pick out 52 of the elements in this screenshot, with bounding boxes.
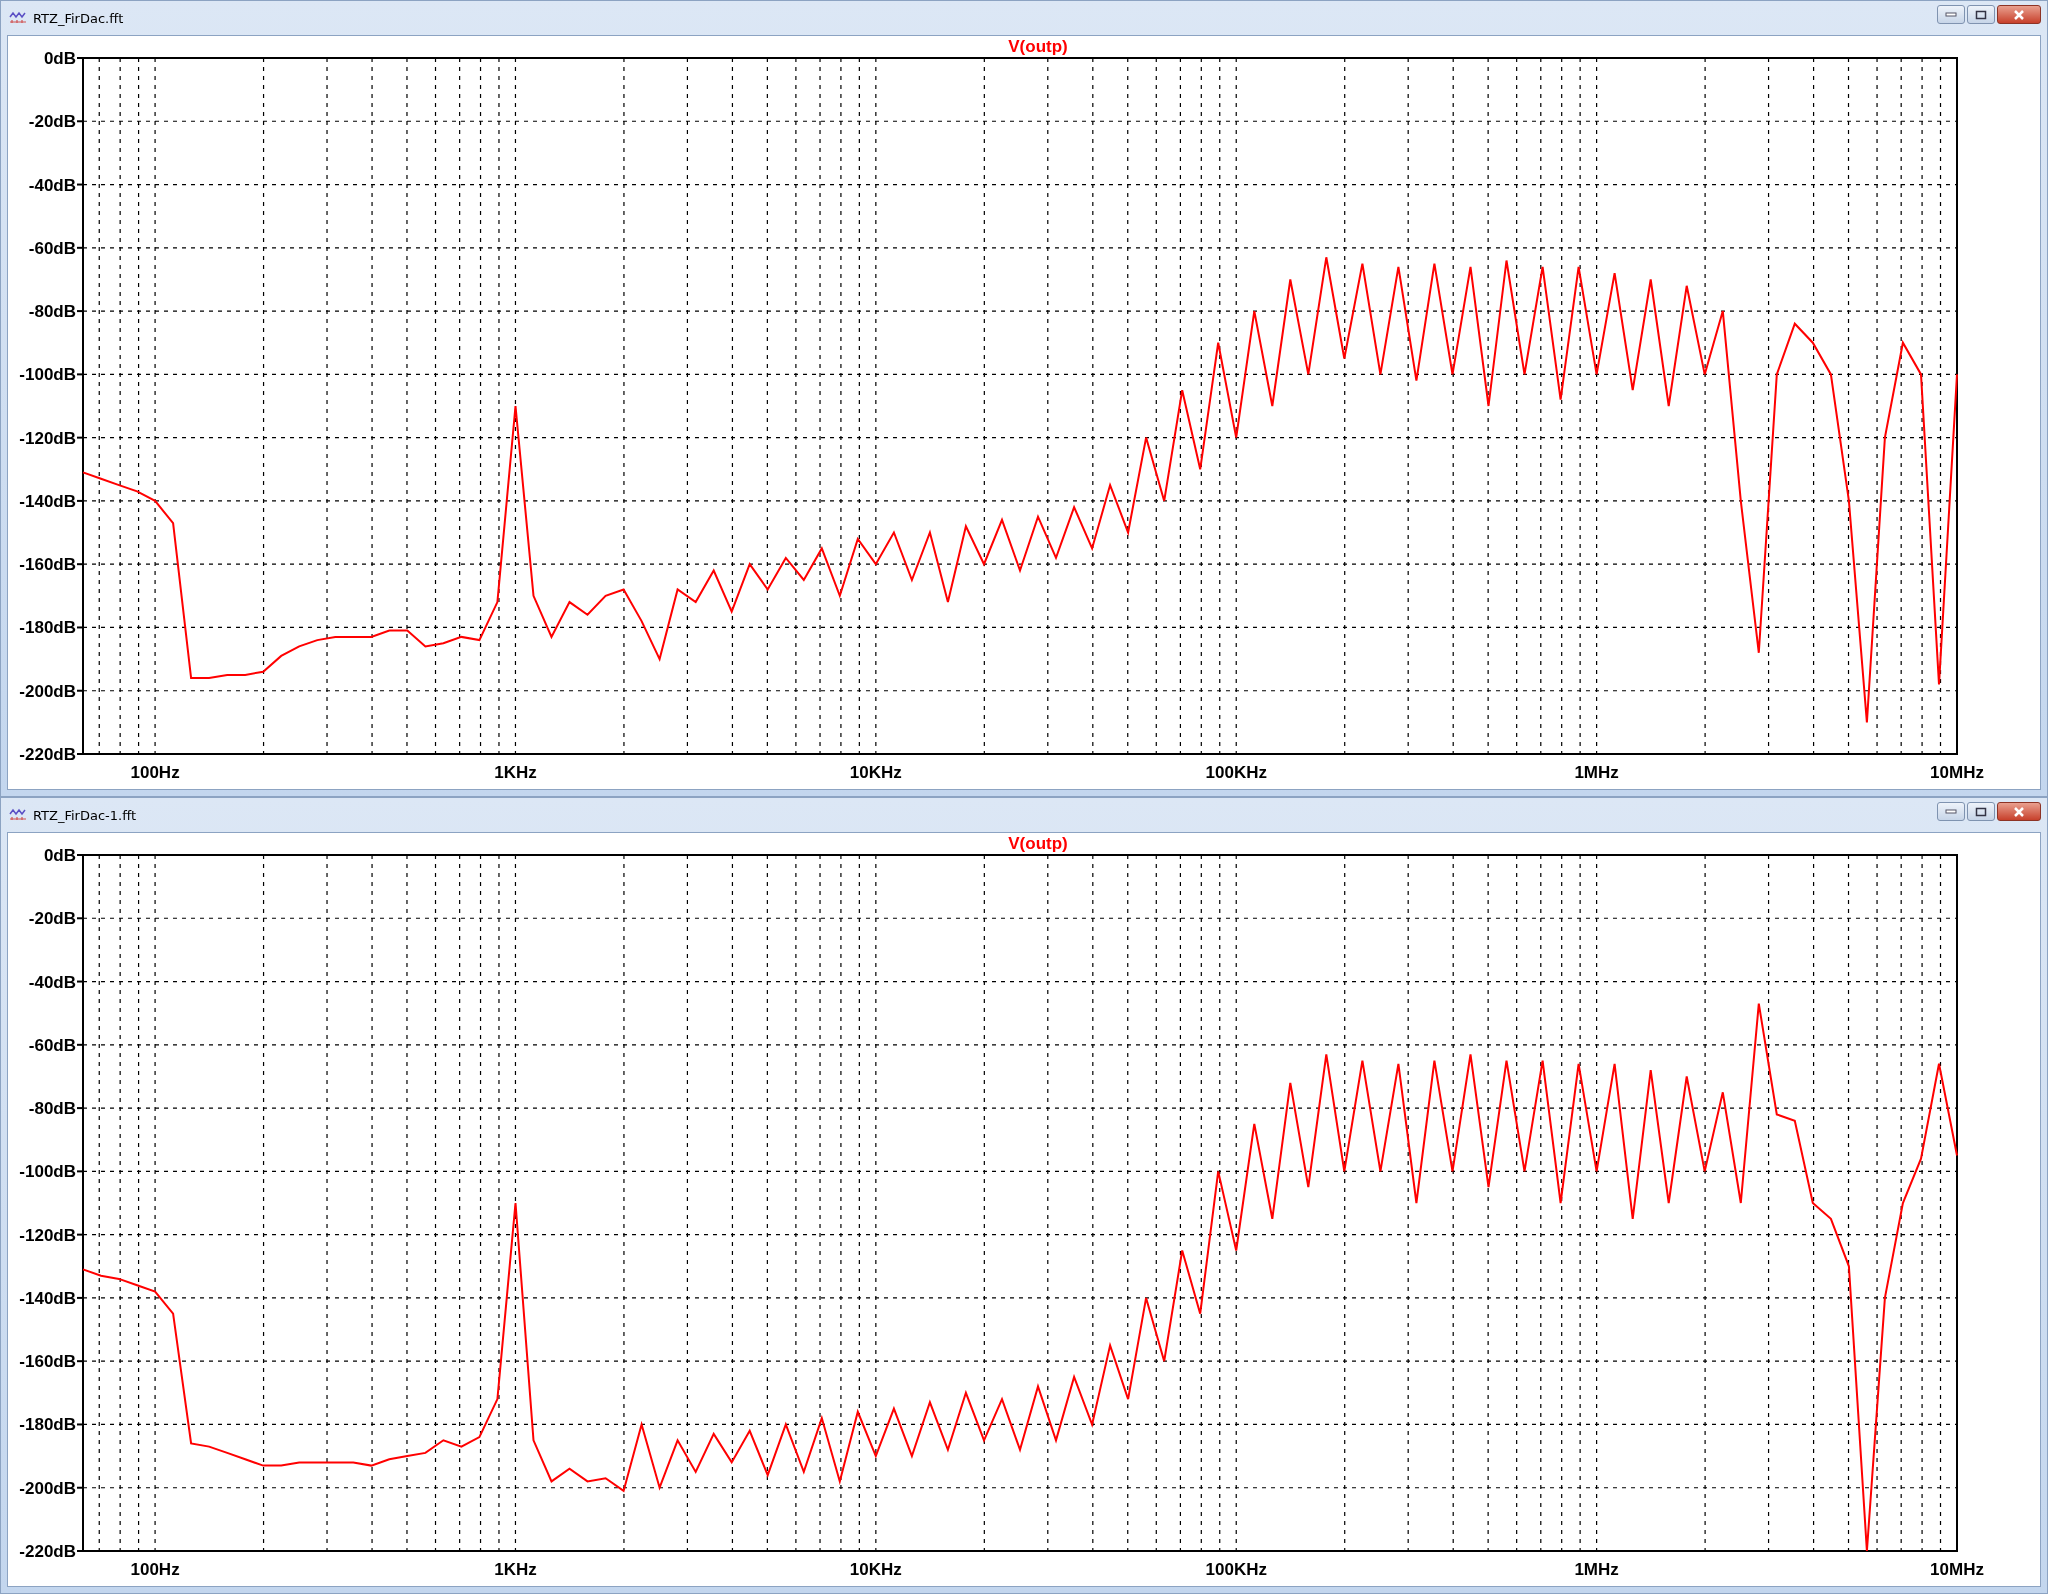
axis-tick-label: -160dB [19, 1352, 76, 1372]
axis-tick-label: -100dB [19, 1162, 76, 1182]
waveform-icon [9, 10, 27, 26]
axis-tick-label: -140dB [19, 1288, 76, 1308]
axis-tick-label: -220dB [19, 745, 76, 764]
maximize-icon [1975, 806, 1987, 817]
window-title: RTZ_FirDac.fft [33, 10, 125, 26]
axis-tick-label: -120dB [19, 428, 76, 448]
axis-tick-label: 1MHz [1574, 763, 1619, 782]
axis-tick-label: 10KHz [849, 763, 902, 782]
axis-tick-label: -20dB [28, 909, 76, 929]
maximize-button[interactable] [1967, 5, 1995, 24]
axis-tick-label: -200dB [19, 681, 76, 701]
axis-tick-label: -140dB [19, 491, 76, 511]
axis-tick-label: -100dB [19, 365, 76, 385]
axis-tick-label: 0dB [43, 49, 76, 68]
axis-tick-label: -40dB [28, 175, 76, 195]
axis-tick-label: 100Hz [130, 763, 180, 782]
axis-tick-label: -60dB [28, 238, 76, 258]
axis-tick-label: -120dB [19, 1225, 76, 1245]
axis-tick-label: 1KHz [494, 1560, 537, 1579]
axis-tick-label: -40dB [28, 972, 76, 992]
axis-tick-label: 100Hz [130, 1560, 180, 1579]
axis-tick-label: 100KHz [1205, 763, 1267, 782]
axis-tick-label: 1MHz [1574, 1560, 1619, 1579]
axis-tick-label: 100KHz [1205, 1560, 1267, 1579]
axis-tick-label: -200dB [19, 1478, 76, 1498]
close-button[interactable] [1997, 5, 2041, 24]
axis-tick-label: -20dB [28, 112, 76, 132]
axis-tick-label: -160dB [19, 555, 76, 575]
trace-label: V(outp) [1008, 37, 1068, 56]
axis-tick-label: 10MHz [1930, 1560, 1984, 1579]
close-icon [2013, 806, 2025, 817]
minimize-icon [1945, 11, 1957, 18]
close-button[interactable] [1997, 802, 2041, 821]
axis-tick-label: 10MHz [1930, 763, 1984, 782]
axis-tick-label: -180dB [19, 618, 76, 638]
trace-label: V(outp) [1008, 834, 1068, 853]
axis-tick-label: -180dB [19, 1415, 76, 1435]
axis-tick-label: 0dB [43, 846, 76, 865]
axis-tick-label: 1KHz [494, 763, 537, 782]
axis-tick-label: 10KHz [849, 1560, 902, 1579]
waveform-icon [9, 807, 27, 823]
window-title: RTZ_FirDac-1.fft [33, 807, 138, 823]
axis-tick-label: -60dB [28, 1035, 76, 1055]
maximize-button[interactable] [1967, 802, 1995, 821]
axis-tick-label: -80dB [28, 302, 76, 322]
axis-tick-label: -80dB [28, 1099, 76, 1119]
close-icon [2013, 9, 2025, 20]
minimize-icon [1945, 808, 1957, 815]
maximize-icon [1975, 9, 1987, 20]
axis-tick-label: -220dB [19, 1542, 76, 1561]
